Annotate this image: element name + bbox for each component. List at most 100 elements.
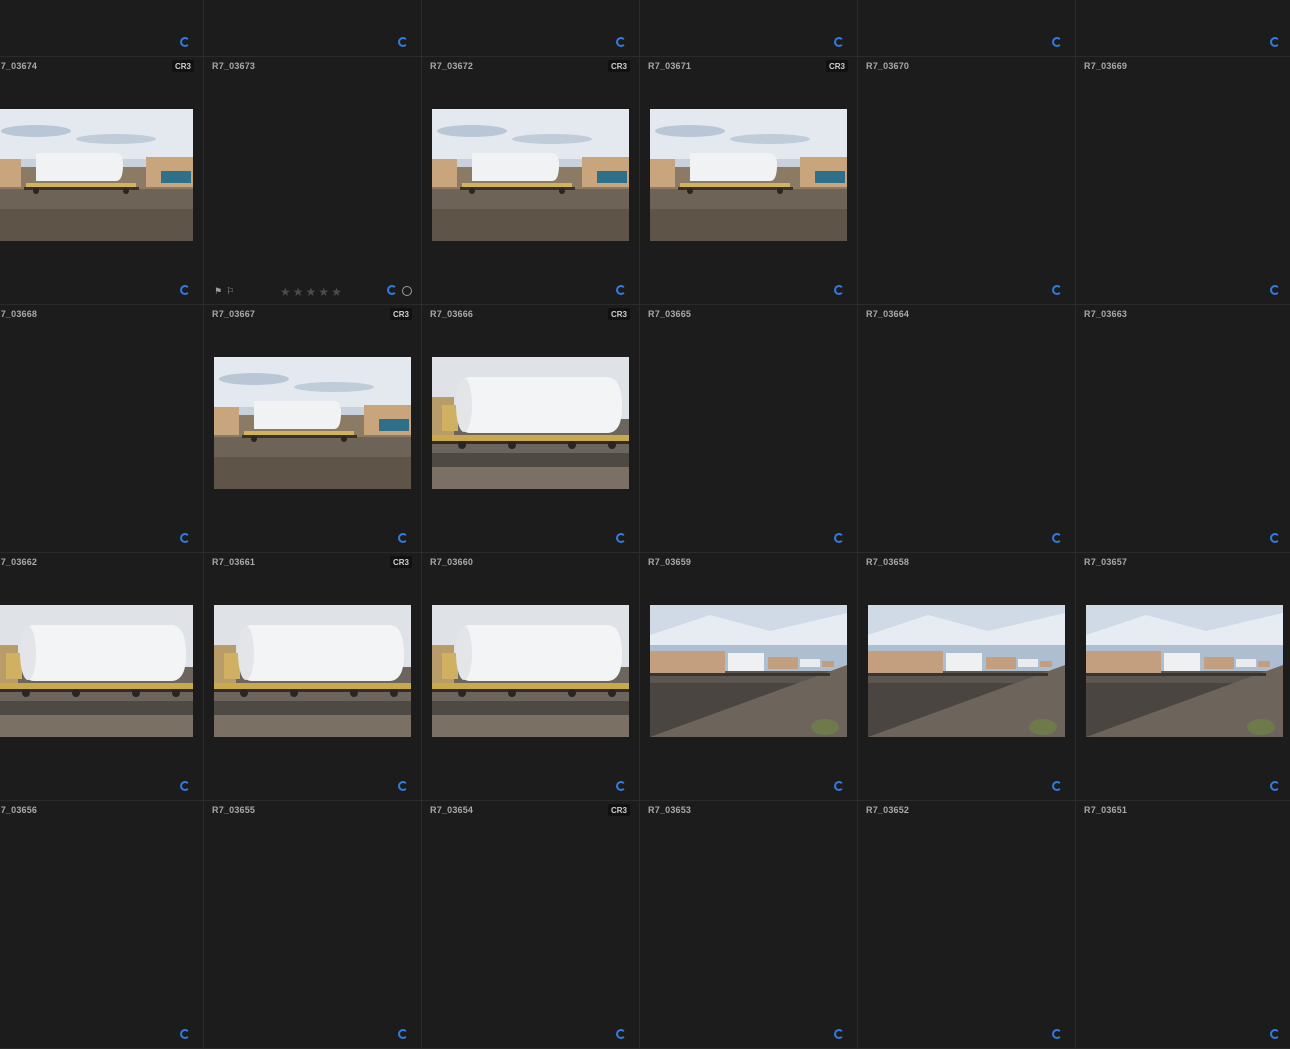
file-type-badge: CR3 [607, 60, 630, 72]
loading-spinner-icon [616, 533, 626, 543]
thumbnail-cell[interactable]: R7_03658 [858, 553, 1076, 801]
thumbnail-image[interactable] [214, 605, 411, 737]
file-name-label: R7_03665 [648, 309, 692, 319]
star-icon[interactable]: ★ [318, 286, 329, 298]
loading-spinner-icon [398, 1029, 408, 1039]
thumbnail-cell[interactable]: R7_03668 [0, 305, 204, 553]
thumbnail-cell[interactable] [858, 0, 1076, 57]
thumbnail-cell[interactable] [422, 0, 640, 57]
select-circle-icon[interactable] [402, 286, 412, 296]
file-type-badge: CR3 [389, 556, 412, 568]
loading-spinner-icon [834, 781, 844, 791]
thumbnail-cell[interactable]: R7_03652 [858, 801, 1076, 1049]
flag-icon[interactable]: ⚑ [214, 286, 222, 296]
file-type-badge: CR3 [825, 60, 848, 72]
loading-spinner-icon [1052, 781, 1062, 791]
thumbnail-image[interactable] [432, 357, 629, 489]
thumbnail-cell[interactable] [640, 0, 858, 57]
file-name-label: R7_03656 [0, 805, 38, 815]
file-name-label: R7_03658 [866, 557, 910, 567]
loading-spinner-icon [616, 37, 626, 47]
loading-spinner-icon [1052, 533, 1062, 543]
loading-spinner-icon [1052, 37, 1062, 47]
thumbnail-cell[interactable]: R7_03659 [640, 553, 858, 801]
thumbnail-cell[interactable] [0, 0, 204, 57]
thumbnail-image[interactable] [1086, 605, 1283, 737]
loading-spinner-icon [616, 285, 626, 295]
thumbnail-image[interactable] [214, 357, 411, 489]
file-name-label: R7_03671 [648, 61, 692, 71]
loading-spinner-icon [834, 1029, 844, 1039]
thumbnail-cell[interactable]: R7_03667 CR3 [204, 305, 422, 553]
thumbnail-image[interactable] [650, 605, 847, 737]
star-icon[interactable]: ★ [331, 286, 342, 298]
thumbnail-cell[interactable]: R7_03651 [1076, 801, 1290, 1049]
loading-spinner-icon [180, 285, 190, 295]
loading-spinner-icon [834, 37, 844, 47]
file-name-label: R7_03657 [1084, 557, 1128, 567]
loading-spinner-icon [1052, 1029, 1062, 1039]
loading-spinner-icon [834, 533, 844, 543]
loading-spinner-icon [1270, 533, 1280, 543]
file-name-label: R7_03670 [866, 61, 910, 71]
thumbnail-cell[interactable]: R7_03660 [422, 553, 640, 801]
thumbnail-cell[interactable]: R7_03672 CR3 [422, 57, 640, 305]
thumbnail-cell[interactable]: R7_03656 [0, 801, 204, 1049]
file-name-label: R7_03667 [212, 309, 256, 319]
loading-spinner-icon [616, 1029, 626, 1039]
star-rating: ★ ★ ★ ★ ★ [280, 286, 342, 298]
loading-spinner-icon [398, 533, 408, 543]
file-name-label: R7_03652 [866, 805, 910, 815]
thumbnail-cell[interactable]: R7_03673 ⚑ ⚐ ★ ★ ★ ★ ★ [204, 57, 422, 305]
star-icon[interactable]: ★ [280, 286, 291, 298]
thumbnail-cell[interactable]: R7_03654 CR3 [422, 801, 640, 1049]
loading-spinner-icon [1270, 1029, 1280, 1039]
thumbnail-cell[interactable] [1076, 0, 1290, 57]
loading-spinner-icon [387, 285, 397, 295]
thumbnail-cell[interactable]: R7_03669 [1076, 57, 1290, 305]
loading-spinner-icon [1270, 285, 1280, 295]
file-name-label: R7_03653 [648, 805, 692, 815]
thumbnail-image[interactable] [432, 605, 629, 737]
thumbnail-image[interactable] [0, 109, 193, 241]
file-name-label: R7_03672 [430, 61, 474, 71]
thumbnail-cell[interactable]: R7_03662 [0, 553, 204, 801]
star-icon[interactable]: ★ [306, 286, 317, 298]
file-name-label: R7_03654 [430, 805, 474, 815]
file-type-badge: CR3 [389, 308, 412, 320]
reject-flag-icon[interactable]: ⚐ [226, 286, 234, 296]
file-name-label: R7_03668 [0, 309, 38, 319]
file-name-label: R7_03655 [212, 805, 256, 815]
thumbnail-cell[interactable]: R7_03663 [1076, 305, 1290, 553]
thumbnail-cell[interactable]: R7_03657 [1076, 553, 1290, 801]
thumbnail-cell[interactable]: R7_03671 CR3 [640, 57, 858, 305]
file-type-badge: CR3 [607, 308, 630, 320]
thumbnail-cell[interactable]: R7_03661 CR3 [204, 553, 422, 801]
file-type-badge: CR3 [607, 804, 630, 816]
file-name-label: R7_03660 [430, 557, 474, 567]
thumbnail-cell[interactable]: R7_03664 [858, 305, 1076, 553]
thumbnail-image[interactable] [0, 605, 193, 737]
loading-spinner-icon [180, 37, 190, 47]
thumbnail-image[interactable] [868, 605, 1065, 737]
thumbnail-cell[interactable]: R7_03655 [204, 801, 422, 1049]
star-icon[interactable]: ★ [293, 286, 304, 298]
thumbnail-cell[interactable]: R7_03665 [640, 305, 858, 553]
file-name-label: R7_03674 [0, 61, 38, 71]
thumbnail-cell[interactable]: R7_03653 [640, 801, 858, 1049]
file-name-label: R7_03651 [1084, 805, 1128, 815]
file-name-label: R7_03664 [866, 309, 910, 319]
loading-spinner-icon [1052, 285, 1062, 295]
thumbnail-cell[interactable] [204, 0, 422, 57]
file-name-label: R7_03669 [1084, 61, 1128, 71]
thumbnail-cell[interactable]: R7_03674 CR3 [0, 57, 204, 305]
thumbnail-cell[interactable]: R7_03670 [858, 57, 1076, 305]
loading-spinner-icon [180, 533, 190, 543]
thumbnail-image[interactable] [650, 109, 847, 241]
file-name-label: R7_03661 [212, 557, 256, 567]
file-type-badge: CR3 [171, 60, 194, 72]
thumbnail-image[interactable] [432, 109, 629, 241]
file-name-label: R7_03663 [1084, 309, 1128, 319]
thumbnail-cell[interactable]: R7_03666 CR3 [422, 305, 640, 553]
flag-controls: ⚑ ⚐ [214, 286, 234, 296]
